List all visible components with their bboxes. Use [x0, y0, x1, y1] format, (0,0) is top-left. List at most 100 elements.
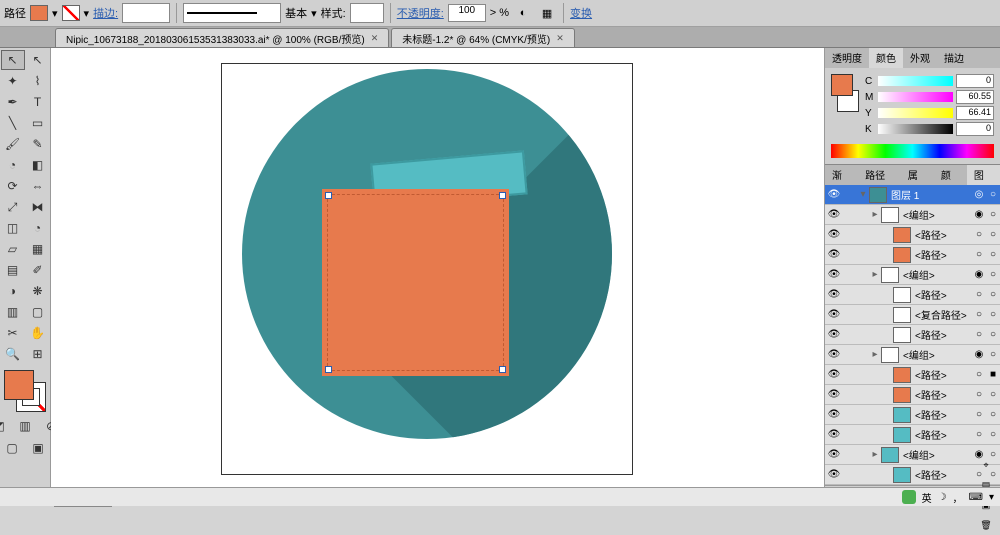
type-tool[interactable]: T	[26, 92, 50, 112]
brush-combo[interactable]	[183, 3, 281, 23]
visibility-icon[interactable]: 👁	[825, 269, 843, 280]
expand-icon[interactable]: ▸	[857, 449, 881, 460]
panel-tab-appearance[interactable]: 外观	[903, 48, 937, 68]
layer-row[interactable]: 👁<路径>○○	[825, 385, 1000, 405]
layer-row[interactable]: 👁<路径>○○	[825, 405, 1000, 425]
layer-row[interactable]: 👁<复合路径>○○	[825, 305, 1000, 325]
selection-dot[interactable]: ○	[986, 229, 1000, 240]
close-icon[interactable]: ✕	[371, 33, 379, 44]
ime-indicator-icon[interactable]	[902, 490, 916, 504]
expand-icon[interactable]: ▸	[857, 269, 881, 280]
recolor-icon[interactable]: ◐	[513, 3, 533, 23]
caret-icon[interactable]: ▾	[989, 492, 994, 503]
keyboard-icon[interactable]: ⌨	[969, 492, 983, 503]
selection-dot[interactable]: ■	[986, 369, 1000, 380]
width-tool[interactable]: ⧓	[26, 197, 50, 217]
panel-tab-attributes[interactable]: 属性	[901, 165, 934, 185]
panel-tab-swatches[interactable]: 颜色	[934, 165, 967, 185]
target-icon[interactable]: ○	[972, 249, 986, 260]
target-icon[interactable]: ◉	[972, 209, 986, 220]
line-tool[interactable]: ╲	[1, 113, 25, 133]
stroke-swatch[interactable]	[62, 5, 80, 21]
reflect-tool[interactable]: ⇔	[26, 176, 50, 196]
layer-row[interactable]: 👁<路径>○○	[825, 465, 1000, 485]
target-icon[interactable]: ○	[972, 389, 986, 400]
layer-row[interactable]: 👁<路径>○○	[825, 285, 1000, 305]
visibility-icon[interactable]: 👁	[825, 389, 843, 400]
k-slider[interactable]	[878, 124, 953, 134]
visibility-icon[interactable]: 👁	[825, 249, 843, 260]
target-icon[interactable]: ◉	[972, 269, 986, 280]
visibility-icon[interactable]: 👁	[825, 289, 843, 300]
transform-link[interactable]: 变换	[570, 5, 592, 21]
align-icon[interactable]: ▦	[537, 3, 557, 23]
target-icon[interactable]: ○	[972, 289, 986, 300]
stroke-link[interactable]: 描边:	[93, 5, 118, 21]
eyedropper-tool[interactable]: ✐	[26, 260, 50, 280]
fill-dropdown-icon[interactable]: ▾	[52, 7, 58, 20]
visibility-icon[interactable]: 👁	[825, 429, 843, 440]
selection-dot[interactable]: ○	[986, 429, 1000, 440]
shape-builder-tool[interactable]: ◔	[26, 218, 50, 238]
direct-selection-tool[interactable]: ↖	[26, 50, 50, 70]
pen-tool[interactable]: ✒	[1, 92, 25, 112]
blob-brush-tool[interactable]: ◔	[1, 155, 25, 175]
target-icon[interactable]: ○	[972, 429, 986, 440]
symbol-sprayer-tool[interactable]: ❋	[26, 281, 50, 301]
artboard[interactable]	[221, 63, 633, 475]
selection-handle[interactable]	[325, 366, 332, 373]
hand-tool[interactable]: ✋	[26, 323, 50, 343]
color-mode[interactable]: ◩	[0, 416, 11, 436]
gradient-mode[interactable]: ▥	[13, 416, 37, 436]
lasso-tool[interactable]: ⌇	[26, 71, 50, 91]
perspective-tool[interactable]: ▱	[1, 239, 25, 259]
visibility-icon[interactable]: 👁	[825, 449, 843, 460]
expand-icon[interactable]: ▸	[857, 209, 881, 220]
selection-handle[interactable]	[499, 192, 506, 199]
expand-icon[interactable]: ▸	[857, 349, 881, 360]
visibility-icon[interactable]: 👁	[825, 469, 843, 480]
scale-tool[interactable]: ⤢	[1, 197, 25, 217]
layer-row[interactable]: 👁▸<编组>◉○	[825, 205, 1000, 225]
opacity-input[interactable]: 100	[448, 4, 486, 22]
c-slider[interactable]	[878, 76, 953, 86]
screen-mode-full[interactable]: ▣	[26, 438, 50, 458]
layer-row[interactable]: 👁<路径>○○	[825, 325, 1000, 345]
selection-dot[interactable]: ○	[986, 289, 1000, 300]
selection-dot[interactable]: ○	[986, 409, 1000, 420]
rectangle-tool[interactable]: ▭	[26, 113, 50, 133]
selection-dot[interactable]: ○	[986, 329, 1000, 340]
layer-row[interactable]: 👁<路径>○○	[825, 425, 1000, 445]
visibility-icon[interactable]: 👁	[825, 409, 843, 420]
selection-handle[interactable]	[499, 366, 506, 373]
layer-row[interactable]: 👁▾图层 1◎○	[825, 185, 1000, 205]
selection-dot[interactable]: ○	[986, 309, 1000, 320]
y-value[interactable]: 66.41	[956, 106, 994, 120]
spectrum-picker[interactable]	[831, 144, 994, 158]
k-value[interactable]: 0	[956, 122, 994, 136]
magic-wand-tool[interactable]: ✦	[1, 71, 25, 91]
selection-dot[interactable]: ○	[986, 189, 1000, 200]
target-icon[interactable]: ○	[972, 369, 986, 380]
visibility-icon[interactable]: 👁	[825, 309, 843, 320]
selection-dot[interactable]: ○	[986, 349, 1000, 360]
comma-icon[interactable]: ，	[953, 490, 963, 505]
delete-layer-icon[interactable]: 🗑	[976, 515, 996, 535]
c-value[interactable]: 0	[956, 74, 994, 88]
visibility-icon[interactable]: 👁	[825, 369, 843, 380]
layer-row[interactable]: 👁<路径>○○	[825, 245, 1000, 265]
selection-dot[interactable]: ○	[986, 269, 1000, 280]
visibility-icon[interactable]: 👁	[825, 229, 843, 240]
mesh-tool[interactable]: ▦	[26, 239, 50, 259]
canvas[interactable]	[51, 48, 824, 488]
moon-icon[interactable]: ☽	[938, 492, 947, 503]
panel-tab-opacity[interactable]: 透明度	[825, 48, 869, 68]
selection-dot[interactable]: ○	[986, 209, 1000, 220]
opacity-link[interactable]: 不透明度:	[397, 5, 444, 21]
slice-tool[interactable]: ✂	[1, 323, 25, 343]
basic-dropdown-icon[interactable]: ▾	[311, 7, 317, 20]
doc-tab-2[interactable]: 未标题-1.2* @ 64% (CMYK/预览)✕	[391, 28, 575, 47]
visibility-icon[interactable]: 👁	[825, 329, 843, 340]
paintbrush-tool[interactable]: 🖌	[1, 134, 25, 154]
ime-language[interactable]: 英	[922, 490, 932, 505]
